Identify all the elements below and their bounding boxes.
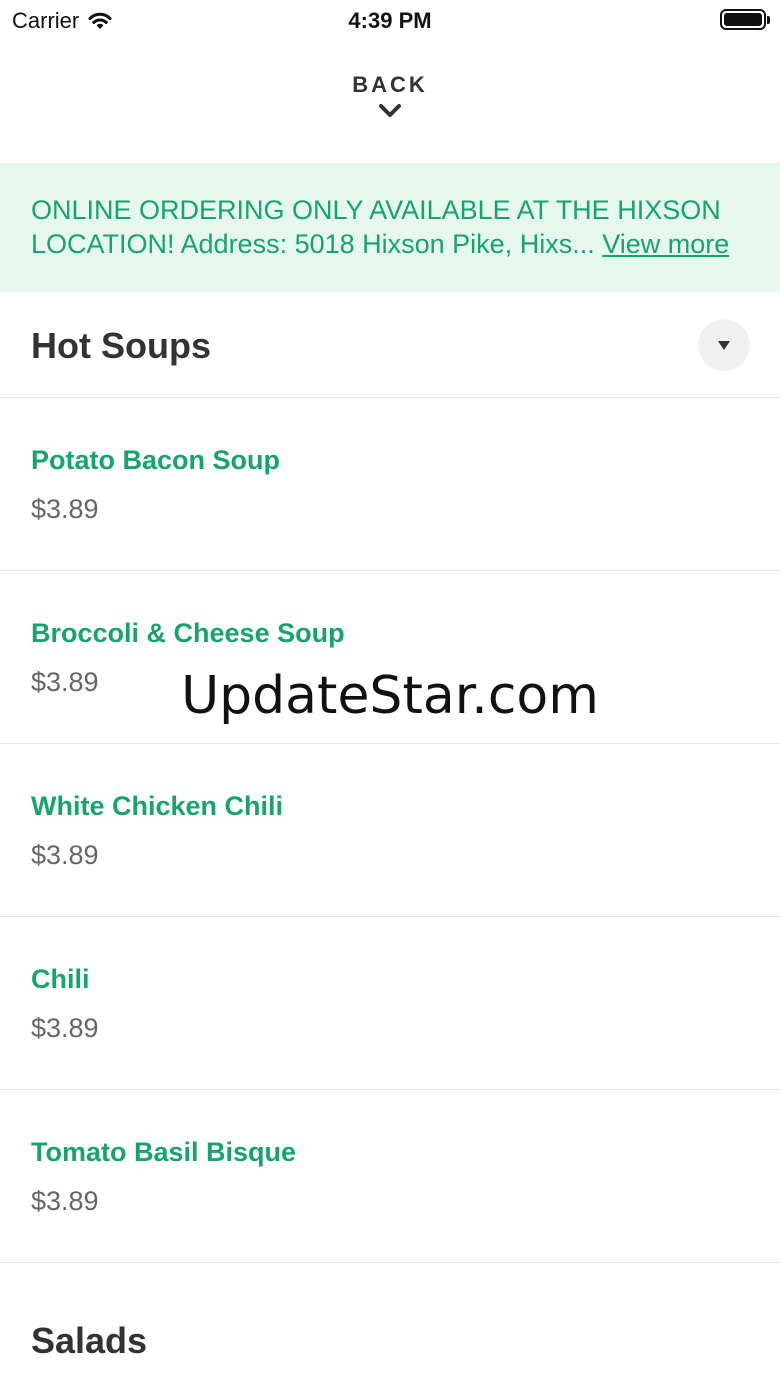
- menu-item[interactable]: White Chicken Chili $3.89: [0, 744, 780, 917]
- status-bar: Carrier 4:39 PM: [0, 0, 780, 40]
- menu-item-price: $3.89: [31, 840, 99, 870]
- battery-icon: [720, 9, 770, 30]
- menu-item-price: $3.89: [31, 1013, 99, 1043]
- menu-item[interactable]: Potato Bacon Soup $3.89: [0, 398, 780, 571]
- view-more-link[interactable]: View more: [602, 229, 729, 259]
- menu-item[interactable]: Tomato Basil Bisque $3.89: [0, 1090, 780, 1263]
- menu-item-name: White Chicken Chili: [31, 791, 284, 821]
- menu-item-name: Chili: [31, 964, 90, 994]
- chevron-down-icon: [379, 104, 401, 117]
- caret-down-icon: [718, 340, 730, 350]
- collapse-section-button[interactable]: [698, 319, 750, 371]
- section-header-hot-soups: Hot Soups: [0, 292, 780, 398]
- ordering-notice-banner: ONLINE ORDERING ONLY AVAILABLE AT THE HI…: [0, 163, 780, 292]
- back-label: BACK: [352, 72, 428, 97]
- menu-item[interactable]: Broccoli & Cheese Soup $3.89: [0, 571, 780, 744]
- section-title: Hot Soups: [31, 325, 211, 366]
- menu-item-name: Potato Bacon Soup: [31, 445, 280, 475]
- section-title-salads[interactable]: Salads: [31, 1320, 147, 1362]
- back-button[interactable]: BACK: [0, 72, 780, 120]
- menu-item-price: $3.89: [31, 1186, 99, 1216]
- menu-item[interactable]: Chili $3.89: [0, 917, 780, 1090]
- menu-item-price: $3.89: [31, 494, 99, 524]
- menu-item-name: Tomato Basil Bisque: [31, 1137, 297, 1167]
- menu-item-price: $3.89: [31, 667, 99, 697]
- menu-item-name: Broccoli & Cheese Soup: [31, 618, 345, 648]
- clock: 4:39 PM: [348, 8, 432, 33]
